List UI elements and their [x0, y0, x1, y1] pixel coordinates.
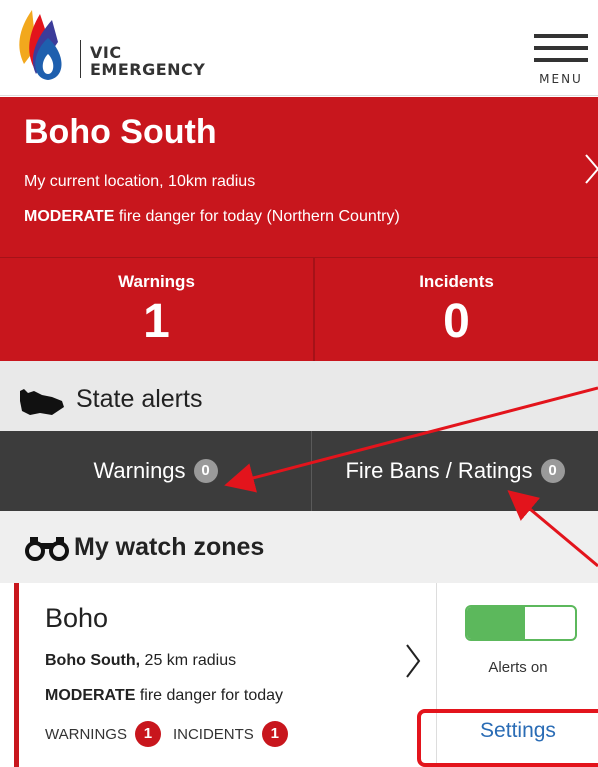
- app-wordmark: VIC EMERGENCY: [90, 44, 205, 78]
- zone-warnings-badge: 1: [134, 721, 161, 747]
- watch-zones-header: My watch zones: [0, 511, 598, 583]
- watch-zone-card[interactable]: Boho Boho South, 25 km radius MODERATE f…: [14, 583, 436, 767]
- wordmark-line-1: VIC: [90, 43, 122, 62]
- zone-warnings-label: WARNINGS: [45, 725, 127, 743]
- zone-danger-level: MODERATE: [45, 687, 136, 704]
- fire-bans-label: Fire Bans / Ratings: [345, 458, 533, 483]
- incidents-value: 0: [443, 295, 470, 348]
- zone-incidents-label: INCIDENTS: [172, 725, 254, 743]
- toggle-on-indicator: [467, 607, 525, 639]
- chevron-right-icon[interactable]: [582, 151, 598, 187]
- alerts-status: Alerts on: [488, 659, 548, 676]
- app-header: VIC EMERGENCY MENU: [0, 0, 598, 96]
- binoculars-icon: [25, 537, 69, 561]
- chevron-right-icon[interactable]: [403, 641, 423, 681]
- menu-button[interactable]: MENU: [530, 34, 590, 86]
- vic-emergency-logo-icon[interactable]: [14, 8, 74, 84]
- zone-radius: 25 km radius: [140, 652, 237, 669]
- location-counts: Warnings 1 Incidents 0: [0, 257, 598, 362]
- logo-divider: [80, 40, 81, 78]
- settings-link[interactable]: Settings: [437, 719, 598, 743]
- fire-bans-ratings-tab[interactable]: Fire Bans / Ratings 0: [312, 431, 598, 511]
- state-warnings-tab[interactable]: Warnings 0: [0, 431, 311, 511]
- zone-name: Boho: [45, 603, 109, 633]
- warnings-count-tile[interactable]: Warnings 1: [0, 258, 313, 362]
- state-warnings-badge: 0: [193, 459, 218, 483]
- current-location-panel[interactable]: Boho South My current location, 10km rad…: [0, 97, 598, 257]
- victoria-map-icon: [20, 389, 64, 415]
- zone-danger-text: fire danger for today: [135, 687, 284, 704]
- alerts-toggle[interactable]: [465, 605, 577, 641]
- zone-counts: WARNINGS 1 INCIDENTS 1: [45, 721, 300, 747]
- zone-location: Boho South, 25 km radius: [45, 652, 236, 670]
- zone-location-name: Boho South,: [45, 652, 141, 669]
- state-warnings-label: Warnings: [93, 458, 186, 483]
- warnings-label: Warnings: [118, 272, 195, 291]
- state-alerts-header: State alerts: [0, 361, 598, 431]
- fire-danger-summary: MODERATE fire danger for today (Northern…: [24, 208, 400, 226]
- hamburger-icon: [534, 34, 588, 38]
- zone-fire-danger: MODERATE fire danger for today: [45, 687, 283, 705]
- incidents-count-tile[interactable]: Incidents 0: [315, 258, 598, 362]
- fire-danger-level: MODERATE: [24, 208, 115, 225]
- zone-incidents-badge: 1: [261, 721, 288, 747]
- state-alerts-title: State alerts: [76, 385, 203, 413]
- watch-zones-title: My watch zones: [74, 533, 265, 561]
- hamburger-bar: [534, 58, 588, 62]
- menu-label: MENU: [539, 72, 583, 86]
- incidents-label: Incidents: [419, 272, 494, 291]
- state-alerts-tabs: Warnings 0 Fire Bans / Ratings 0: [0, 431, 598, 511]
- hamburger-bar: [534, 46, 588, 50]
- wordmark-line-2: EMERGENCY: [90, 60, 206, 79]
- location-subtitle: My current location, 10km radius: [24, 173, 256, 190]
- fire-bans-badge: 0: [540, 459, 565, 483]
- location-title: Boho South: [24, 113, 217, 151]
- warnings-value: 1: [143, 295, 170, 348]
- zone-alert-controls: Alerts on Settings: [417, 583, 598, 767]
- fire-danger-text: fire danger for today (Northern Country): [114, 208, 400, 225]
